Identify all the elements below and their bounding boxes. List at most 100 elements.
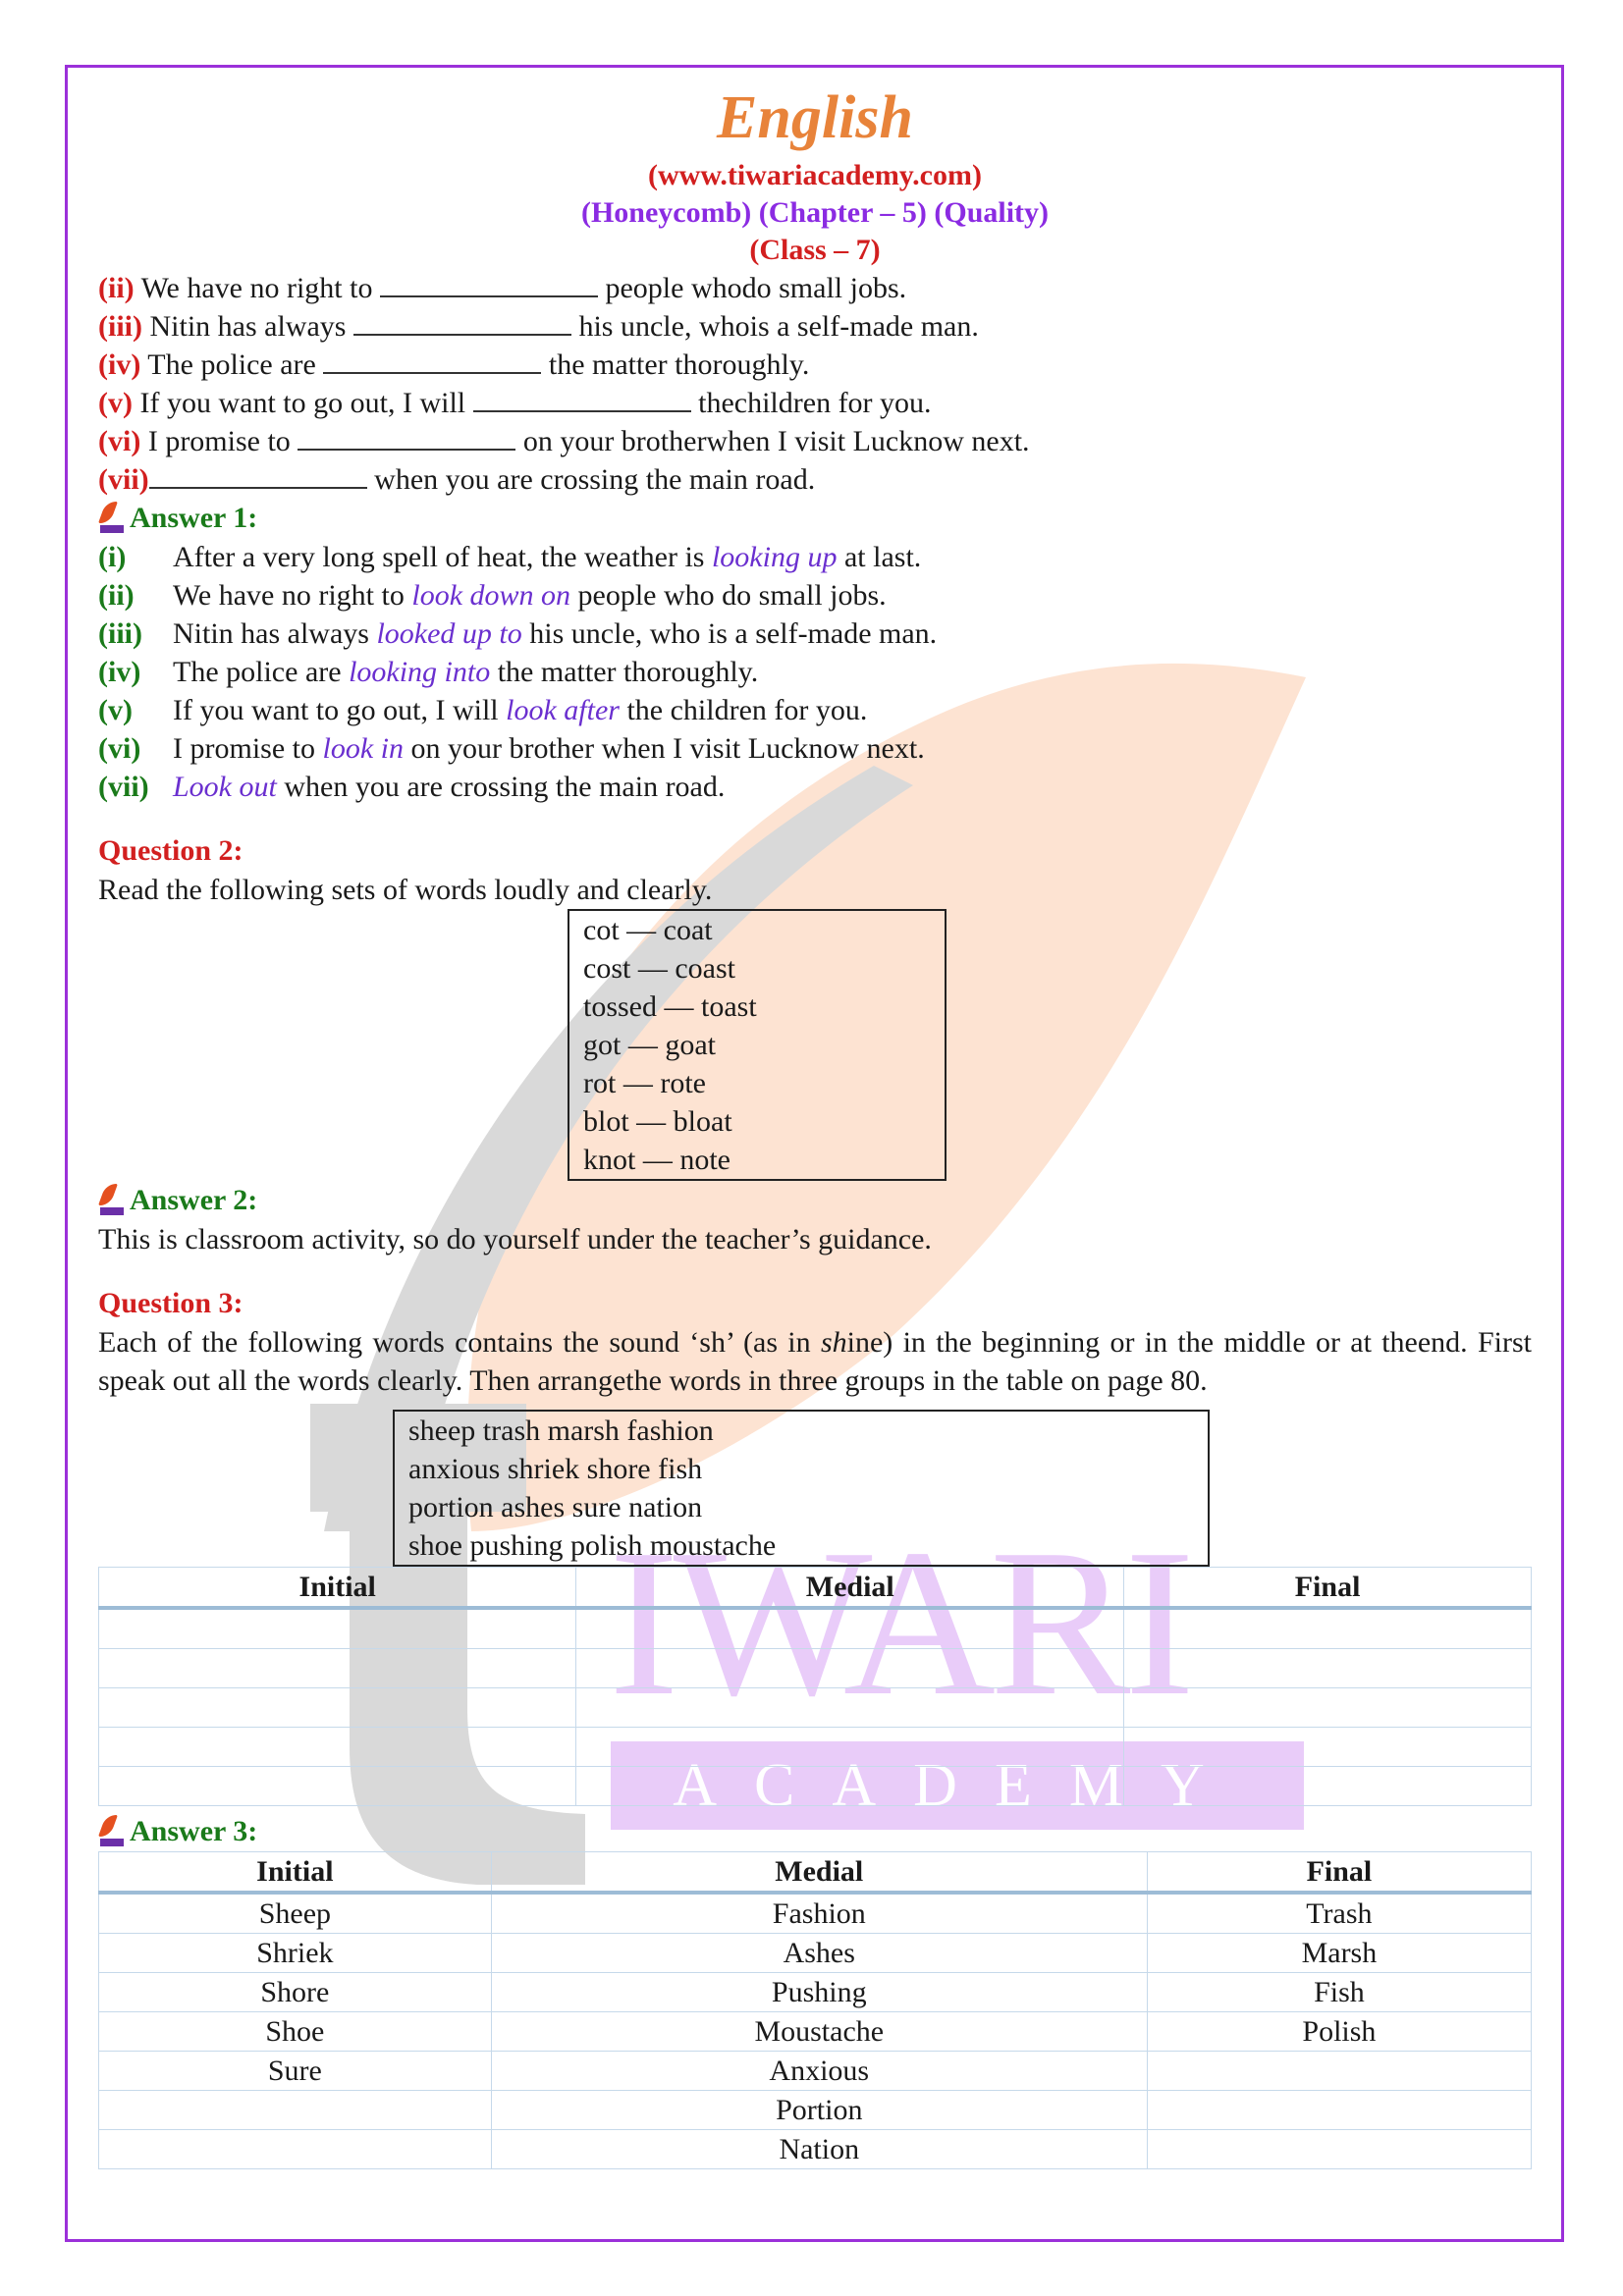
column-header-medial: Medial	[490, 1851, 1148, 1895]
blank-line	[472, 389, 691, 412]
table-cell: Shore	[98, 1972, 492, 2012]
table-cell	[97, 1727, 577, 1767]
word-pair: cost — coast	[583, 952, 735, 985]
word-line: portion ashes sure nation	[408, 1491, 703, 1523]
item-text: If you want to go out, I will	[173, 694, 507, 726]
table-row: Shoe Moustache Polish	[98, 2011, 1533, 2052]
italic-text: sh	[820, 1326, 847, 1359]
word-pair: got — goat	[583, 1029, 716, 1061]
table-cell	[97, 1648, 577, 1688]
item-text: when you are crossing the main road.	[276, 771, 726, 803]
column-header-initial: Initial	[97, 1567, 577, 1610]
answer-phrase: look after	[506, 694, 620, 726]
item-text: at last.	[837, 541, 922, 573]
table-row: Nation	[98, 2129, 1533, 2169]
table-cell	[1146, 2090, 1533, 2130]
item-number: (iii)	[98, 617, 142, 650]
question1-list: (ii) We have no right to people whodo sm…	[98, 269, 1532, 499]
table-row	[97, 1648, 1532, 1688]
item-text: thechildren for you.	[690, 387, 932, 419]
item-text: his uncle, whois a self-made man.	[570, 310, 979, 343]
table-cell: Anxious	[490, 2051, 1148, 2091]
table-cell: Sheep	[98, 1892, 492, 1934]
item-number: (i)	[98, 541, 127, 573]
table-cell: Shriek	[98, 1933, 492, 1973]
table-cell	[98, 2090, 492, 2130]
table-cell: Sure	[98, 2051, 492, 2091]
answer-phrase: looking into	[349, 656, 491, 688]
answer1-heading: Answer 1:	[97, 499, 1532, 538]
answer1-heading-text: Answer 1:	[130, 502, 258, 534]
table-cell	[1146, 2129, 1533, 2169]
answer3-table: Initial Medial Final Sheep Fashion Trash S…	[98, 1851, 1533, 2169]
item-text: Nitin has always	[149, 310, 353, 343]
table-cell	[97, 1687, 577, 1728]
item-number: (v)	[98, 694, 133, 726]
column-header-final: Final	[1146, 1851, 1533, 1895]
item-text: The police are	[147, 348, 324, 381]
item-text: the matter thoroughly.	[490, 656, 759, 688]
table-cell: Shoe	[98, 2011, 492, 2052]
answer-phrase: look down on	[411, 579, 571, 612]
table-cell	[1123, 1766, 1532, 1806]
page-content: English (www.tiwariacademy.com) (Honeyco…	[97, 79, 1533, 2169]
blank-line	[298, 427, 516, 451]
answer2-text: This is classroom activity, so do yourse…	[98, 1223, 932, 1255]
word-line: sheep trash marsh fashion	[408, 1415, 714, 1447]
table-cell: Trash	[1146, 1892, 1533, 1934]
answer1-item: (vii) Look out when you are crossing the …	[98, 768, 1532, 806]
quill-logo-icon	[97, 1815, 128, 1848]
class-label: (Class – 7)	[749, 234, 881, 266]
item-text: Nitin has always	[173, 617, 377, 650]
item-number: (vi)	[98, 425, 141, 457]
question3-heading: Question 3:	[98, 1287, 243, 1319]
table-cell	[1123, 1607, 1532, 1649]
item-number: (ii)	[98, 579, 135, 612]
website-label: (www.tiwariacademy.com)	[648, 159, 982, 191]
table-row: Sheep Fashion Trash	[98, 1892, 1533, 1934]
table-cell	[575, 1648, 1125, 1688]
word-pair: cot — coat	[583, 914, 713, 946]
question1-item: (iv) The police are the matter thoroughl…	[98, 346, 1532, 384]
item-text: We have no right to	[173, 579, 412, 612]
word-pairs-box: cot — coat cost — coast tossed — toast g…	[568, 909, 947, 1181]
answer3-heading: Answer 3:	[97, 1812, 1532, 1851]
item-text: If you want to go out, I will	[139, 387, 473, 419]
item-number: (ii)	[98, 272, 135, 304]
answer-phrase: looked up to	[376, 617, 522, 650]
word-pair: tossed — toast	[583, 990, 757, 1023]
table-row	[97, 1727, 1532, 1767]
answer1-item: (iii) Nitin has always looked up to his u…	[98, 614, 1532, 653]
text: Each of the following words contains the…	[98, 1326, 821, 1359]
table-cell	[575, 1766, 1125, 1806]
table-cell: Pushing	[490, 1972, 1148, 2012]
item-text: his uncle, who is a self-made man.	[521, 617, 938, 650]
item-text: people whodo small jobs.	[597, 272, 907, 304]
table-row	[97, 1687, 1532, 1728]
answer3-heading-text: Answer 3:	[130, 1815, 258, 1847]
question1-item: (vi) I promise to on your brotherwhen I …	[98, 422, 1532, 460]
answer1-item: (vi) I promise to look in on your brother…	[98, 729, 1532, 768]
question2-heading: Question 2:	[98, 834, 243, 867]
item-text: people who do small jobs.	[570, 579, 887, 612]
table-row: Portion	[98, 2090, 1533, 2130]
item-number: (iv)	[98, 656, 141, 688]
table-row: Sure Anxious	[98, 2051, 1533, 2091]
table-cell: Polish	[1146, 2011, 1533, 2052]
question3-empty-table: Initial Medial Final	[97, 1567, 1532, 1806]
subject-title: English	[717, 84, 913, 151]
item-number: (iii)	[98, 310, 142, 343]
table-cell: Moustache	[490, 2011, 1148, 2052]
table-cell: Fashion	[490, 1892, 1148, 1934]
item-text: After a very long spell of heat, the wea…	[173, 541, 712, 573]
question1-item: (iii) Nitin has always his uncle, whois …	[98, 307, 1532, 346]
item-text: when you are crossing the main road.	[366, 463, 816, 496]
chapter-label: (Honeycomb) (Chapter – 5) (Quality)	[580, 196, 1050, 229]
table-cell: Marsh	[1146, 1933, 1533, 1973]
question1-item: (ii) We have no right to people whodo sm…	[98, 269, 1532, 307]
word-pair: blot — bloat	[583, 1105, 732, 1138]
table-cell	[575, 1607, 1125, 1649]
item-number: (vii)	[98, 771, 149, 803]
blank-line	[148, 465, 367, 489]
column-header-medial: Medial	[575, 1567, 1125, 1610]
